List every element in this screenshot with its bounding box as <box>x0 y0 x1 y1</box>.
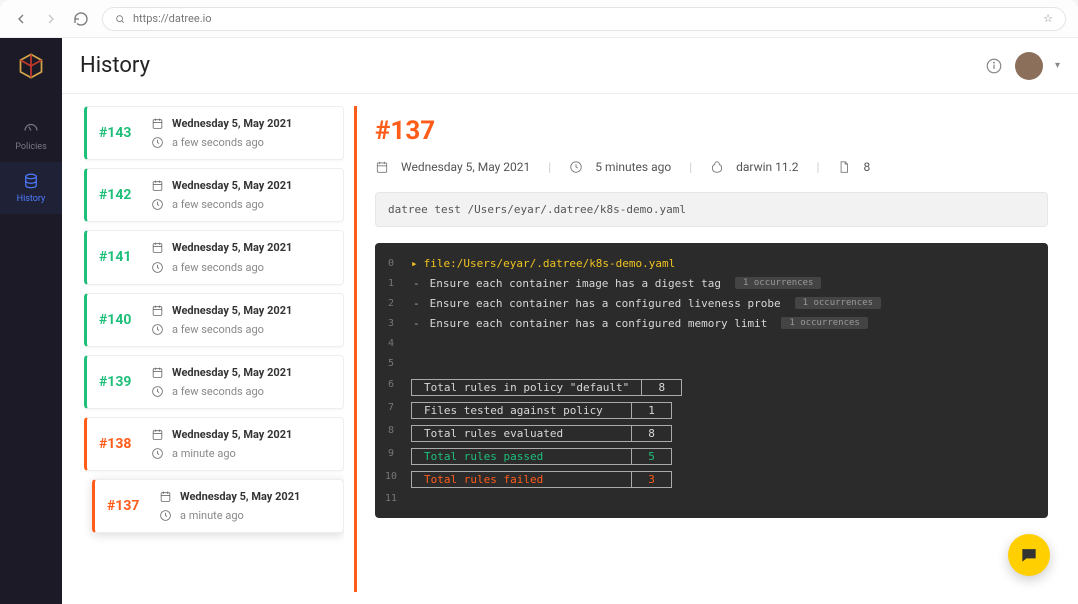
summary-value: 5 <box>632 449 672 465</box>
history-card[interactable]: #141 Wednesday 5, May 2021 a few seconds… <box>84 230 344 284</box>
summary-value: 8 <box>642 380 682 396</box>
body-split: #143 Wednesday 5, May 2021 a few seconds… <box>62 94 1078 604</box>
avatar[interactable] <box>1015 52 1043 80</box>
history-date: Wednesday 5, May 2021 <box>172 304 292 317</box>
summary-value: 8 <box>632 426 672 442</box>
history-date: Wednesday 5, May 2021 <box>172 179 292 192</box>
nav-item-history[interactable]: History <box>0 162 62 214</box>
chat-widget-button[interactable] <box>1008 534 1050 576</box>
clock-icon <box>151 198 164 211</box>
summary-label: Total rules in policy "default" <box>412 380 642 396</box>
clock-icon <box>151 323 164 336</box>
history-list: #143 Wednesday 5, May 2021 a few seconds… <box>84 106 344 592</box>
browser-url-text: https://datree.io <box>133 12 212 25</box>
summary-label: Files tested against policy <box>412 403 632 419</box>
content-area: History ▾ #143 Wednesday 5, May 2021 a f… <box>62 38 1078 604</box>
detail-count: 8 <box>863 160 870 174</box>
calendar-icon <box>151 428 164 441</box>
history-card[interactable]: #138 Wednesday 5, May 2021 a minute ago <box>84 417 344 471</box>
detail-pane: #137 Wednesday 5, May 2021 | 5 minutes a… <box>354 106 1070 592</box>
history-card[interactable]: #142 Wednesday 5, May 2021 a few seconds… <box>84 168 344 222</box>
left-nav: Policies History <box>0 38 62 604</box>
info-icon[interactable] <box>985 57 1003 75</box>
clock-icon <box>151 447 164 460</box>
history-ago: a few seconds ago <box>172 136 264 149</box>
history-id: #140 <box>99 304 139 336</box>
calendar-icon <box>151 366 164 379</box>
nav-item-policies[interactable]: Policies <box>0 110 62 162</box>
history-date: Wednesday 5, May 2021 <box>172 366 292 379</box>
clock-icon <box>159 509 172 522</box>
summary-value: 1 <box>632 403 672 419</box>
bookmark-star-icon[interactable]: ☆ <box>1043 12 1053 25</box>
history-id: #142 <box>99 179 139 211</box>
history-id: #143 <box>99 117 139 149</box>
chat-icon <box>1019 545 1039 565</box>
history-date: Wednesday 5, May 2021 <box>180 490 300 503</box>
history-date: Wednesday 5, May 2021 <box>172 117 292 130</box>
history-ago: a minute ago <box>172 447 236 460</box>
summary-value: 3 <box>632 472 672 488</box>
detail-os: darwin 11.2 <box>736 160 798 174</box>
browser-back-button[interactable] <box>12 10 30 28</box>
detail-meta-bar: Wednesday 5, May 2021 | 5 minutes ago | … <box>375 160 1048 174</box>
history-ago: a few seconds ago <box>172 385 264 398</box>
history-card[interactable]: #140 Wednesday 5, May 2021 a few seconds… <box>84 293 344 347</box>
clock-icon <box>151 385 164 398</box>
detail-ago: 5 minutes ago <box>595 160 671 174</box>
database-icon <box>22 172 40 190</box>
history-card[interactable]: #143 Wednesday 5, May 2021 a few seconds… <box>84 106 344 160</box>
gauge-icon <box>22 120 40 138</box>
calendar-icon <box>151 117 164 130</box>
clock-icon <box>151 136 164 149</box>
history-id: #141 <box>99 241 139 273</box>
history-id: #139 <box>99 366 139 398</box>
occurrence-badge: 1 occurrences <box>795 297 881 309</box>
summary-label: Total rules passed <box>412 449 632 465</box>
calendar-icon <box>151 241 164 254</box>
history-card[interactable]: #139 Wednesday 5, May 2021 a few seconds… <box>84 355 344 409</box>
terminal-output: 0▸file:/Users/eyar/.datree/k8s-demo.yaml… <box>375 243 1048 518</box>
history-ago: a few seconds ago <box>172 198 264 211</box>
history-id: #137 <box>107 490 147 522</box>
browser-reload-button[interactable] <box>72 10 90 28</box>
summary-label: Total rules failed <box>412 472 632 488</box>
occurrence-badge: 1 occurrences <box>735 277 821 289</box>
summary-label: Total rules evaluated <box>412 426 632 442</box>
os-icon <box>710 160 724 174</box>
app-logo <box>17 52 45 80</box>
history-date: Wednesday 5, May 2021 <box>172 241 292 254</box>
page-title: History <box>80 53 150 78</box>
rule-text: Ensure each container image has a digest… <box>430 277 721 290</box>
calendar-icon <box>151 304 164 317</box>
rule-text: Ensure each container has a configured l… <box>430 297 781 310</box>
history-ago: a few seconds ago <box>172 323 264 336</box>
command-box: datree test /Users/eyar/.datree/k8s-demo… <box>375 192 1048 227</box>
detail-id: #137 <box>375 116 1048 146</box>
search-icon <box>115 14 125 24</box>
history-date: Wednesday 5, May 2021 <box>172 428 292 441</box>
rule-text: Ensure each container has a configured m… <box>430 317 768 330</box>
history-card[interactable]: #137 Wednesday 5, May 2021 a minute ago <box>92 479 344 533</box>
chevron-down-icon[interactable]: ▾ <box>1055 60 1060 71</box>
nav-label: History <box>17 194 46 204</box>
page-header: History ▾ <box>62 38 1078 94</box>
terminal-file-label: file:/Users/eyar/.datree/k8s-demo.yaml <box>424 257 676 270</box>
occurrence-badge: 1 occurrences <box>781 317 867 329</box>
nav-label: Policies <box>15 142 46 152</box>
clock-icon <box>569 160 583 174</box>
history-ago: a minute ago <box>180 509 244 522</box>
browser-url-bar[interactable]: https://datree.io ☆ <box>102 7 1066 31</box>
calendar-icon <box>375 160 389 174</box>
calendar-icon <box>159 490 172 503</box>
browser-forward-button[interactable] <box>42 10 60 28</box>
file-icon <box>837 160 851 174</box>
browser-chrome: https://datree.io ☆ <box>0 0 1078 38</box>
history-ago: a few seconds ago <box>172 261 264 274</box>
detail-date: Wednesday 5, May 2021 <box>401 160 530 174</box>
clock-icon <box>151 261 164 274</box>
calendar-icon <box>151 179 164 192</box>
app-shell: Policies History History ▾ #143 Wednesda… <box>0 38 1078 604</box>
history-id: #138 <box>99 428 139 460</box>
